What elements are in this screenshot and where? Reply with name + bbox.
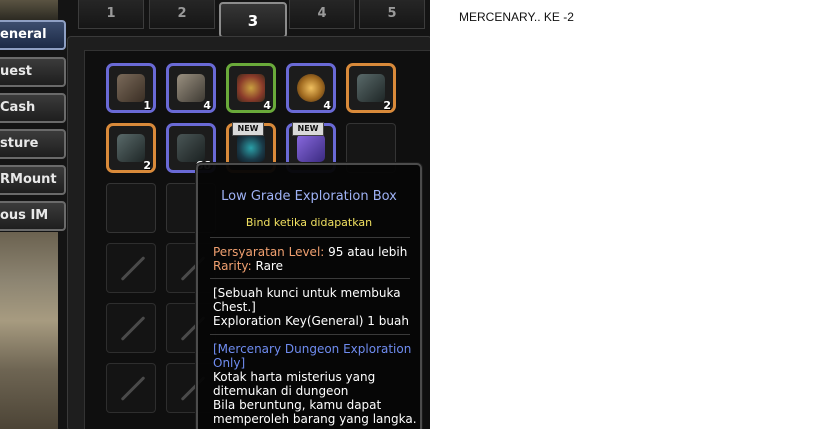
tab-3[interactable]: 3 xyxy=(219,2,287,38)
lore-line: Kotak harta misterius yang xyxy=(213,370,376,384)
item-name: Low Grade Exploration Box xyxy=(221,189,397,204)
restriction-line: Only] xyxy=(213,356,246,370)
weapon-box-icon xyxy=(117,74,145,102)
restriction-line: [Mercenary Dungeon Exploration xyxy=(213,342,412,356)
level-value: 95 atau lebih xyxy=(328,245,408,259)
category-various-button[interactable]: ous IM xyxy=(0,201,66,231)
category-cash-button[interactable]: Cash xyxy=(0,93,66,123)
inventory-slot[interactable]: 2 xyxy=(346,63,396,113)
tab-4[interactable]: 4 xyxy=(289,0,355,29)
sword-silhouette-icon xyxy=(120,376,146,401)
category-quest-button[interactable]: uest xyxy=(0,57,66,87)
heart-chest-icon xyxy=(237,74,265,102)
empty-slot[interactable] xyxy=(106,183,156,233)
inventory-slot[interactable]: 1 xyxy=(106,63,156,113)
separator xyxy=(210,278,410,279)
lore-line: memperoleh barang yang langka. xyxy=(213,412,417,426)
pouch-icon xyxy=(297,74,325,102)
game-window: eneral uest Cash sture RMount ous IM 1 2… xyxy=(0,0,430,429)
description-line: Chest.] xyxy=(213,300,256,314)
background-scene-top xyxy=(0,0,58,20)
level-requirement: Persyaratan Level: 95 atau lebih xyxy=(213,245,407,259)
item-count: 4 xyxy=(203,99,211,112)
item-count: 2 xyxy=(143,159,151,172)
inventory-slot[interactable]: 4 xyxy=(226,63,276,113)
rarity: Rarity: Rare xyxy=(213,259,283,273)
separator xyxy=(210,237,410,238)
rarity-label: Rarity: xyxy=(213,259,252,273)
item-count: 2 xyxy=(383,99,391,112)
sword-silhouette-icon xyxy=(120,256,146,281)
inventory-slot[interactable]: 2 xyxy=(106,123,156,173)
new-badge: NEW xyxy=(292,122,324,136)
inventory-slot[interactable]: 4 xyxy=(286,63,336,113)
description-line: Exploration Key(General) 1 buah xyxy=(213,314,409,328)
equipment-slot[interactable] xyxy=(106,363,156,413)
lore-line: ditemukan di dungeon xyxy=(213,384,349,398)
treasure-chest-icon xyxy=(117,134,145,162)
rarity-value: Rare xyxy=(255,259,283,273)
lore-line: Bila beruntung, kamu dapat xyxy=(213,398,382,412)
item-count: 4 xyxy=(323,99,331,112)
item-tooltip: Low Grade Exploration Box Bind ketika di… xyxy=(196,163,422,429)
equipment-slot[interactable] xyxy=(106,243,156,293)
tab-2[interactable]: 2 xyxy=(149,0,215,29)
tab-1[interactable]: 1 xyxy=(78,0,144,29)
description-line: [Sebuah kunci untuk membuka xyxy=(213,286,401,300)
treasure-chest-icon xyxy=(357,74,385,102)
category-mount-button[interactable]: RMount xyxy=(0,165,66,195)
treasure-chest-icon xyxy=(177,134,205,162)
sword-silhouette-icon xyxy=(120,316,146,341)
gift-box-icon xyxy=(297,134,325,162)
category-costume-button[interactable]: sture xyxy=(0,129,66,159)
category-general-button[interactable]: eneral xyxy=(0,20,66,50)
separator xyxy=(210,334,410,335)
armor-box-icon xyxy=(177,74,205,102)
bind-status: Bind ketika didapatkan xyxy=(245,216,373,229)
equipment-slot[interactable] xyxy=(106,303,156,353)
inventory-slot[interactable]: 4 xyxy=(166,63,216,113)
item-count: 4 xyxy=(263,99,271,112)
caption-text: MERCENARY.. KE -2 xyxy=(459,10,574,24)
new-badge: NEW xyxy=(232,122,264,136)
rune-box-icon xyxy=(237,134,265,162)
item-count: 1 xyxy=(143,99,151,112)
background-scene xyxy=(0,232,58,429)
tab-5[interactable]: 5 xyxy=(359,0,425,29)
level-label: Persyaratan Level: xyxy=(213,245,325,259)
